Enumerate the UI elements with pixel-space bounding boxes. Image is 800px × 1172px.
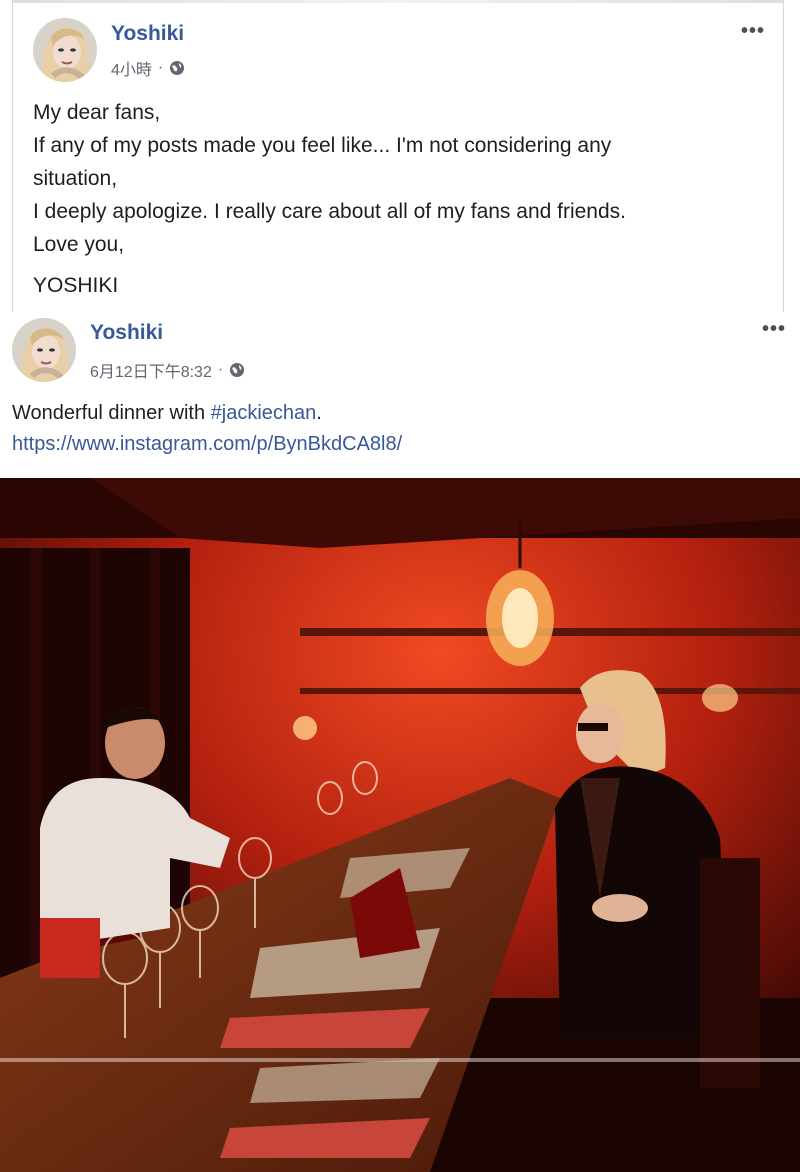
post-line: My dear fans, (33, 101, 161, 124)
post-line: I deeply apologize. I really care about … (33, 200, 627, 223)
post-caption: Wonderful dinner with #jackiechan. (12, 398, 402, 429)
post-line: Love you, (33, 233, 125, 256)
post-line: If any of my posts made you feel like...… (33, 134, 612, 157)
post-body: Wonderful dinner with #jackiechan. https… (12, 398, 402, 460)
avatar[interactable] (33, 18, 97, 82)
instagram-link[interactable]: https://www.instagram.com/p/BynBkdCA8l8/ (12, 429, 402, 460)
author-name[interactable]: Yoshiki (90, 321, 163, 345)
post-yoshiki-apology: Yoshiki 4小時 · ••• My dear fans, If any o… (12, 0, 784, 312)
post-meta: 6月12日下午8:32 · (90, 358, 245, 382)
post-line: situation, (33, 167, 118, 190)
post-meta: 4小時 · (111, 56, 185, 80)
post-signature: YOSHIKI (33, 274, 119, 297)
meta-separator: · (157, 59, 164, 76)
post-timestamp[interactable]: 4小時 (111, 56, 152, 80)
meta-separator: · (217, 361, 224, 378)
post-body: My dear fans, If any of my posts made yo… (33, 96, 773, 302)
post-yoshiki-dinner: Yoshiki 6月12日下午8:32 · ••• Wonderful dinn… (0, 312, 800, 478)
post-photo[interactable] (0, 478, 800, 1172)
post-timestamp[interactable]: 6月12日下午8:32 (90, 358, 212, 382)
globe-icon[interactable] (169, 60, 185, 76)
caption-suffix: . (316, 402, 322, 424)
avatar[interactable] (12, 318, 76, 382)
caption-text: Wonderful dinner with (12, 402, 211, 424)
globe-icon[interactable] (229, 362, 245, 378)
author-name[interactable]: Yoshiki (111, 22, 184, 46)
more-options-icon[interactable]: ••• (762, 319, 786, 339)
more-options-icon[interactable]: ••• (741, 21, 765, 41)
hashtag-link[interactable]: #jackiechan (211, 402, 317, 424)
